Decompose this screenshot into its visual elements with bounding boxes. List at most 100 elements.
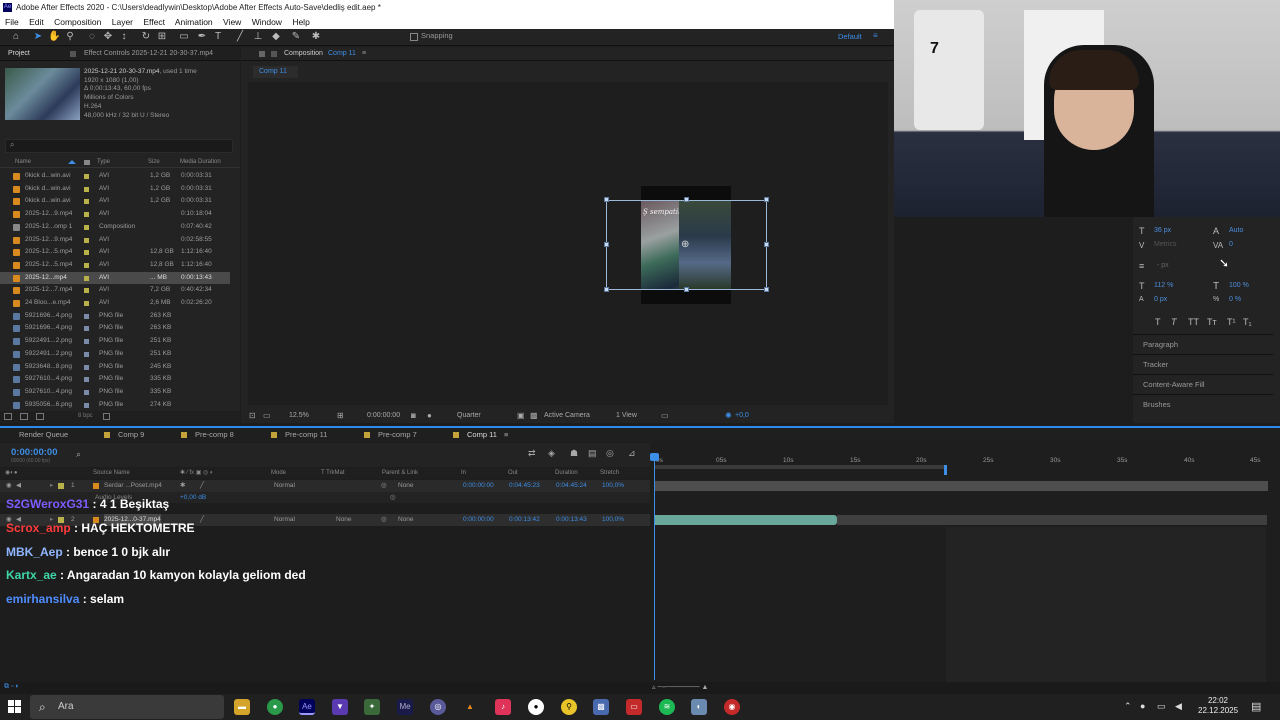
hscale-value[interactable]: 100 % — [1229, 282, 1249, 289]
frame-blending-icon[interactable]: ▤ — [588, 448, 597, 459]
baseline-value[interactable]: 0 px — [1154, 296, 1167, 303]
col-type[interactable]: Type — [97, 159, 110, 165]
pan-behind-tool-icon[interactable]: ⊞ — [156, 31, 168, 43]
speaker-icon[interactable]: ◀ — [1175, 701, 1182, 712]
transform-handle[interactable] — [604, 197, 609, 202]
taskbar-search-input[interactable]: ⌕ Ara — [30, 695, 224, 719]
tab-pre-comp-7[interactable]: Pre-comp 7 — [378, 428, 417, 442]
col-trkmat[interactable]: T TrkMat — [321, 468, 345, 479]
transform-handle[interactable] — [684, 197, 689, 202]
lock-icon[interactable] — [70, 51, 76, 57]
sort-ascending-icon[interactable] — [68, 160, 76, 164]
transform-handle[interactable] — [604, 242, 609, 247]
draft-3d-icon[interactable]: ◈ — [548, 448, 555, 459]
roi-icon[interactable]: ▣ — [517, 408, 525, 423]
discord-icon[interactable]: ◐ — [691, 699, 707, 715]
col-source-name[interactable]: Source Name — [93, 468, 130, 479]
tab-effect-controls[interactable]: Effect Controls 2025-12-21 20-30-37.mp4 — [84, 47, 213, 61]
kerning-value[interactable]: Metrics — [1154, 241, 1177, 248]
layer-stretch[interactable]: 100,0% — [602, 480, 624, 492]
composition-tab[interactable]: Comp 11 — [328, 47, 356, 61]
breadcrumb[interactable]: Comp 11 — [253, 66, 298, 78]
project-item-row[interactable]: 2025-12...9.mp4 AVI 0:10:18:04 — [0, 208, 230, 221]
parent-pickwhip-icon[interactable]: ◎ — [381, 480, 387, 492]
comp-flowchart-icon[interactable]: ⇄ — [528, 448, 536, 459]
col-out[interactable]: Out — [508, 468, 518, 479]
menu-effect[interactable]: Effect — [143, 17, 165, 27]
label-color-icon[interactable] — [84, 301, 89, 306]
small-caps-icon[interactable]: Tт — [1207, 317, 1217, 327]
label-color-icon[interactable] — [84, 339, 89, 345]
layer-parent[interactable]: None — [398, 514, 414, 526]
notification-icon[interactable]: ▤ — [1251, 700, 1261, 713]
workspace-default[interactable]: Default — [838, 32, 862, 41]
roto-brush-tool-icon[interactable]: ✎ — [290, 31, 302, 43]
track-z-tool-icon[interactable]: ↕ — [118, 31, 130, 43]
tracker-panel[interactable]: Tracker — [1133, 354, 1273, 374]
layer-duration[interactable]: 0:04:45:24 — [556, 480, 587, 492]
project-item-row[interactable]: 5927610...4.png PNG file 335 KB — [0, 373, 230, 386]
project-item-row[interactable]: 24 Bloo...e.mp4 AVI 2,6 MB 0:02:26:20 — [0, 297, 230, 310]
composition-viewer[interactable] — [248, 82, 888, 405]
project-item-row[interactable]: 5922491...2.png PNG file 251 KB — [0, 348, 230, 361]
layer-duration[interactable]: 0:00:13:43 — [556, 514, 587, 526]
orbit-tool-icon[interactable]: ◌ — [86, 31, 98, 43]
content-aware-fill-panel[interactable]: Content-Aware Fill — [1133, 374, 1273, 394]
tab-menu-icon[interactable]: ≡ — [504, 428, 508, 442]
media-encoder-icon[interactable]: Me — [397, 699, 413, 715]
col-mode[interactable]: Mode — [271, 468, 286, 479]
project-item-row[interactable]: 2025-12...5.mp4 AVI 12,8 GB 1:12:16:40 — [0, 259, 230, 272]
maps-icon[interactable]: ⚲ — [561, 699, 577, 715]
transform-handle[interactable] — [764, 242, 769, 247]
tracking-value[interactable]: 0 — [1229, 241, 1233, 248]
rectangle-tool-icon[interactable]: ▭ — [178, 31, 190, 43]
monitor-icon[interactable]: ▭ — [263, 408, 271, 423]
work-area-end-handle[interactable] — [944, 465, 947, 475]
lock-icon[interactable] — [271, 51, 277, 57]
toggle-pixel-icon[interactable]: ▭ — [661, 408, 669, 423]
media-app-icon[interactable]: ● — [528, 699, 544, 715]
col-duration[interactable]: Duration — [555, 468, 578, 479]
layer-1-duration-bar[interactable] — [654, 481, 1268, 491]
anchor-point-icon[interactable]: ⊕ — [681, 239, 689, 250]
layer-mode[interactable]: Normal — [274, 514, 295, 526]
transform-handle[interactable] — [764, 197, 769, 202]
type-tool-icon[interactable]: T — [212, 31, 224, 43]
layer-in[interactable]: 0:00:00:00 — [463, 514, 494, 526]
menu-edit[interactable]: Edit — [29, 17, 44, 27]
menu-layer[interactable]: Layer — [112, 17, 133, 27]
obs-icon[interactable]: ◎ — [430, 699, 446, 715]
toggle-switches-icon[interactable]: ⧉ ▫ ◐ — [4, 683, 20, 691]
zoom-tool-icon[interactable]: ⚲ — [64, 31, 76, 43]
layer-in[interactable]: 0:00:00:00 — [463, 480, 494, 492]
app-icon[interactable]: ▩ — [593, 699, 609, 715]
snapping-checkbox[interactable] — [410, 33, 418, 41]
workspace-menu-icon[interactable]: ≡ — [873, 31, 878, 40]
menu-window[interactable]: Window — [252, 17, 282, 27]
project-item-row[interactable]: 0kick d...win.avi AVI 1,2 GB 0:00:03:31 — [0, 170, 230, 183]
twirl-icon[interactable]: ▸ — [50, 480, 53, 492]
new-folder-icon[interactable] — [20, 413, 28, 420]
tab-render-queue[interactable]: Render Queue — [19, 428, 68, 442]
faux-italic-icon[interactable]: T — [1171, 317, 1177, 327]
project-search-input[interactable]: ⌕ — [5, 139, 233, 153]
pen-tool-icon[interactable]: ✒ — [196, 31, 208, 43]
eye-icon[interactable]: ◉ — [6, 480, 12, 492]
label-color-icon[interactable] — [84, 186, 89, 192]
current-time[interactable]: 0:00:00:00 — [367, 408, 400, 423]
col-in[interactable]: In — [461, 468, 466, 479]
transform-handle[interactable] — [764, 287, 769, 292]
file-explorer-icon[interactable]: ▬ — [234, 699, 250, 715]
menu-composition[interactable]: Composition — [54, 17, 101, 27]
zoom-level[interactable]: 12.5% — [289, 408, 309, 423]
brushes-panel[interactable]: Brushes — [1133, 394, 1273, 414]
label-color-icon[interactable] — [84, 199, 89, 205]
resolution-select[interactable]: Quarter — [457, 408, 481, 423]
col-name[interactable]: Name — [15, 159, 31, 165]
layer-parent[interactable]: None — [398, 480, 414, 492]
switches-icon[interactable]: ✱ ⁄ fx ▣ ◎ ◐ — [180, 468, 214, 479]
card-icon[interactable]: ▭ — [626, 699, 642, 715]
chrome-icon[interactable]: ● — [267, 699, 283, 715]
project-item-row[interactable]: 2025-12...mp4 AVI ... MB 0:00:13:43 — [0, 271, 230, 285]
label-color-icon[interactable] — [84, 237, 89, 243]
